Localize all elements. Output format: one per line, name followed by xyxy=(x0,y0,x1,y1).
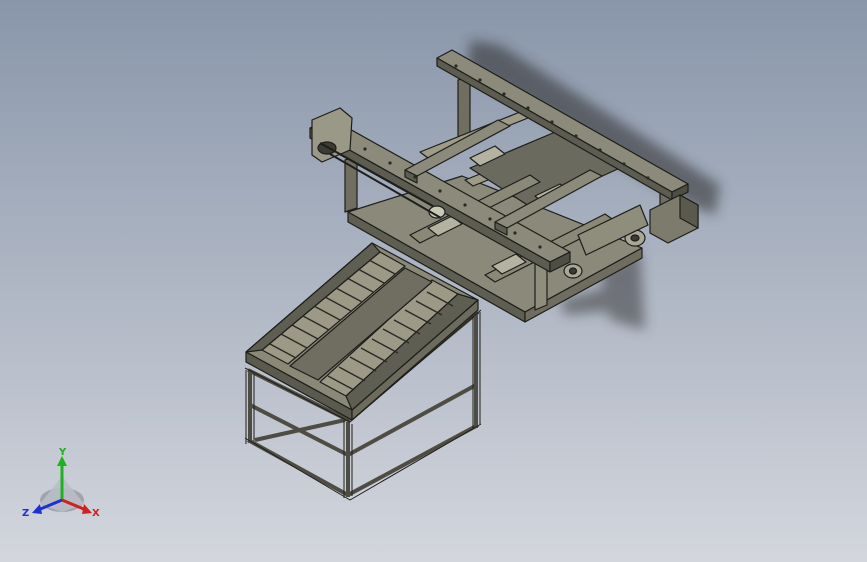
z-arrow-head xyxy=(32,504,42,514)
drive-motor[interactable] xyxy=(649,194,699,244)
x-axis-label: X xyxy=(92,508,100,519)
x-arrow-head xyxy=(82,504,92,514)
graphics-viewport[interactable]: Y X Z xyxy=(0,0,867,562)
triad-graphic: Y X Z xyxy=(22,447,100,519)
z-axis-label: Z xyxy=(22,508,29,519)
y-axis-label: Y xyxy=(58,447,67,458)
cad-model-view[interactable] xyxy=(0,0,867,562)
axis-triad: Y X Z xyxy=(22,446,102,526)
